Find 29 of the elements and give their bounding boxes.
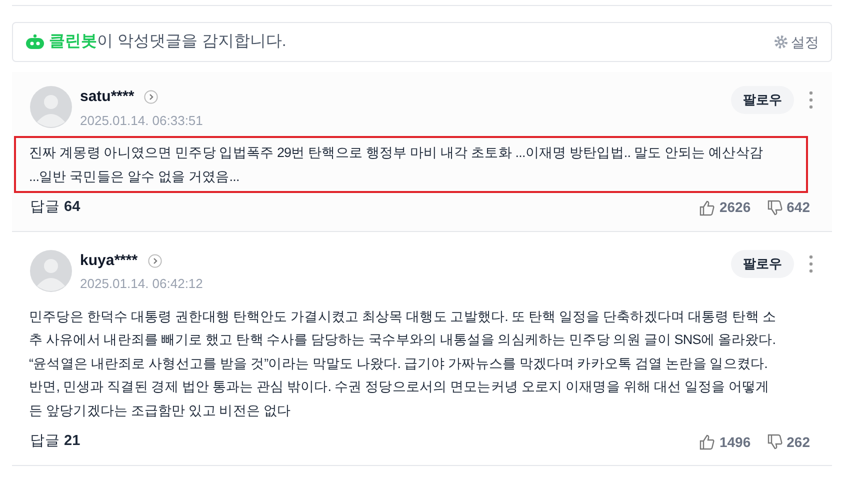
reply-button[interactable]: 답글 64	[30, 197, 80, 219]
reply-button[interactable]: 답글 21	[30, 431, 80, 453]
like-button[interactable]: 2626	[699, 197, 751, 218]
follow-button[interactable]: 팔로우	[731, 250, 794, 278]
avatar-icon	[30, 250, 72, 292]
username[interactable]: kuya****	[80, 250, 138, 272]
username[interactable]: satu****	[80, 86, 134, 108]
more-icon[interactable]	[808, 254, 814, 273]
like-button[interactable]: 1496	[699, 432, 751, 453]
thumbs-down-icon	[766, 434, 783, 450]
comment-text: 진짜 계몽령 아니였으면 민주당 입법폭주 29번 탄핵으로 행정부 마비 내각 초토화 ...이재명 방탄입법.. 말도 안되는 예산삭감 ...일반 국민들은 알수 없을 거였음...	[29, 144, 764, 186]
robot-icon	[25, 34, 45, 50]
chevron-icon[interactable]	[148, 254, 162, 268]
comment-text: 민주당은 한덕수 대통령 권한대행 탄핵안도 가결시켰고 최상목 대행도 고발했다. 또 탄핵 일정을 단축하겠다며 대통령 탄핵 소 추 사유에서 내란죄를 빼기로 했고 탄핵 수사를 담당하는 국수부와의 내통설을 의심케하는 민주당 의원 글이 SNS에 올라왔다. “윤석열은 내란죄로 사형선고를 받을 것”이라는 막말도 나왔다. 급기야 가짜뉴스를 막겠다며 카카오톡 검열 논란을 일으켰다. 반면, 민생과 직결된 경제 법안 통과는 관심 밖이다. 수권 정당으로서의 면모는커녕 오로지 이재명을 위해 대선 일정을 어떻게 든 앞당기겠다는 조급함만 있고 비전은 없다	[29, 308, 776, 420]
comment-date: 2025.01.14. 06:33:51	[80, 112, 204, 130]
settings-icon	[774, 35, 788, 49]
dislike-button[interactable]: 642	[766, 197, 810, 218]
thumbs-up-icon	[699, 200, 716, 216]
thumbs-up-icon	[699, 434, 716, 450]
brand-name: 클린봇	[49, 32, 97, 52]
settings-button[interactable]: 설정	[774, 32, 819, 52]
banner-message: 이 악성댓글을 감지합니다.	[97, 32, 286, 52]
chevron-icon[interactable]	[144, 90, 158, 104]
more-icon[interactable]	[808, 91, 814, 109]
dislike-button[interactable]: 262	[766, 432, 810, 453]
follow-button[interactable]: 팔로우	[731, 86, 794, 114]
comment-date: 2025.01.14. 06:42:12	[80, 275, 204, 294]
avatar-icon	[30, 86, 72, 128]
thumbs-down-icon	[766, 200, 783, 216]
